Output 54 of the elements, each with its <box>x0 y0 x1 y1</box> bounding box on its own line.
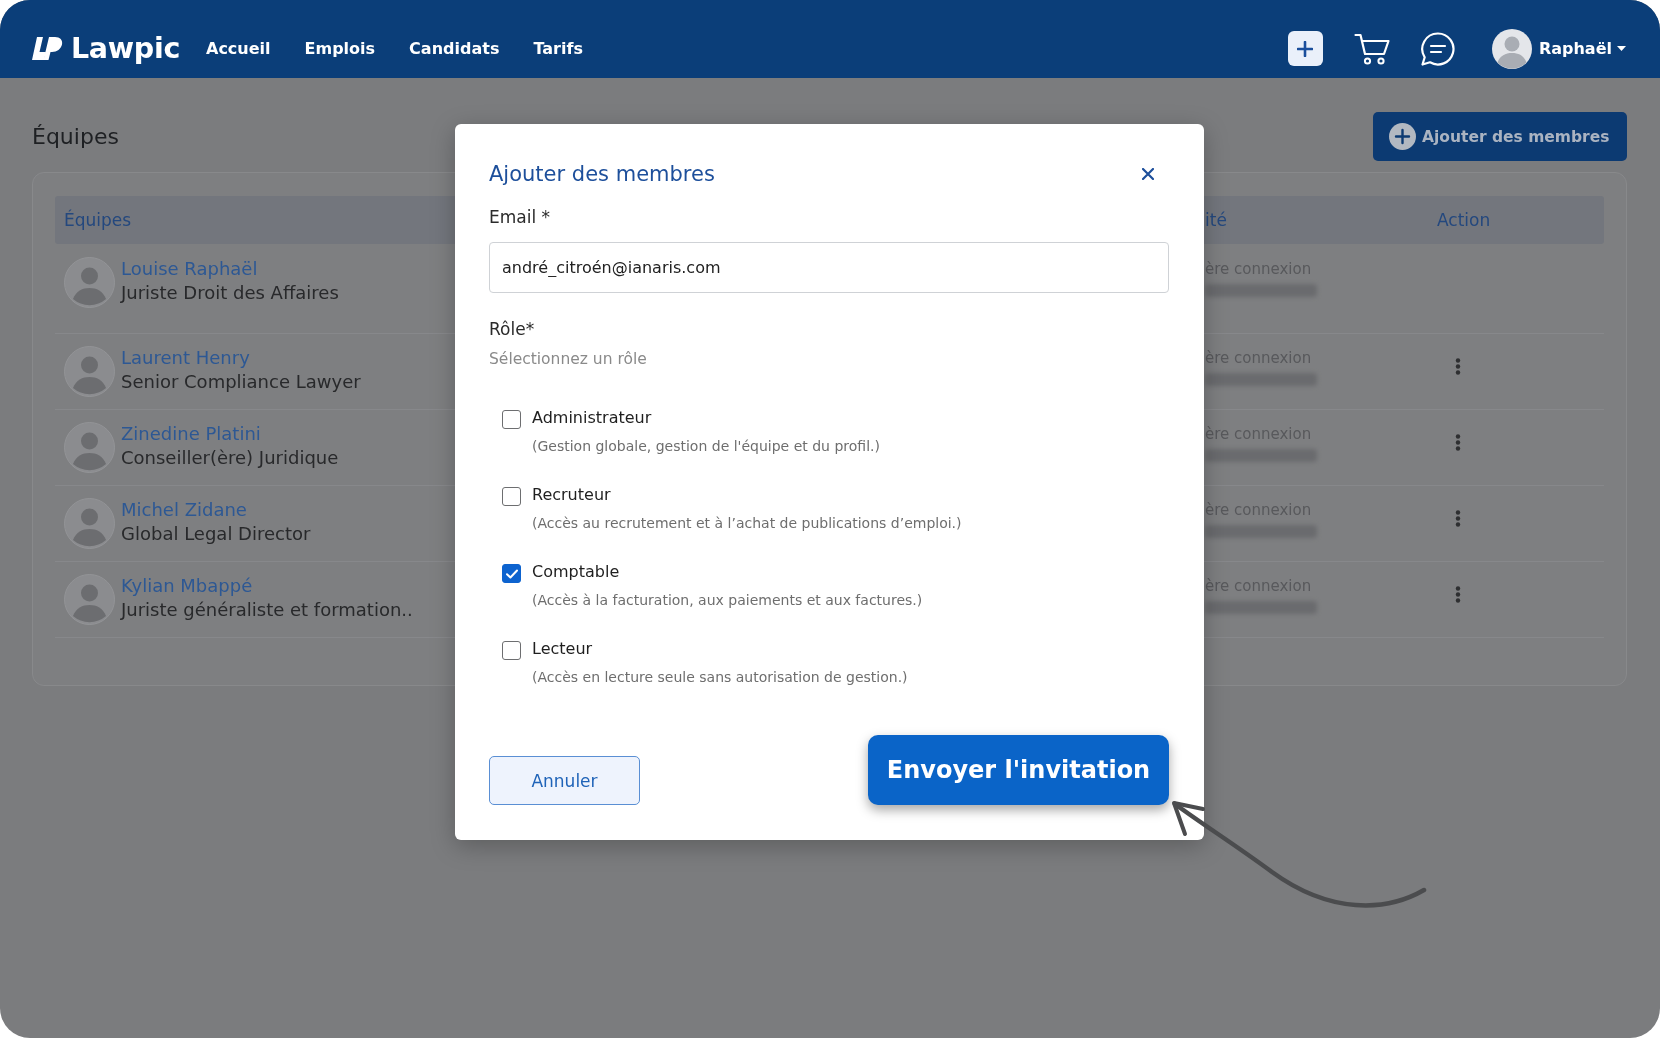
field-label: Email * <box>489 206 552 228</box>
more-options-icon[interactable] <box>1455 434 1461 451</box>
option-description: (Accès à la facturation, aux paiements et aux factures.) <box>532 591 923 609</box>
option-label[interactable]: Lecteur <box>532 638 908 660</box>
send-invitation-button[interactable]: Envoyer l'invitation <box>868 735 1169 805</box>
checkmark-icon <box>505 568 518 579</box>
option-description: (Gestion globale, gestion de l'équipe et du profil.) <box>532 437 880 455</box>
member-role: Juriste généraliste et formation.. <box>121 598 413 622</box>
field-label: Rôle* <box>489 318 536 340</box>
chat-icon[interactable] <box>1419 30 1456 67</box>
email-field[interactable]: andré_citroén@ianaris.com <box>489 242 1169 293</box>
avatar-icon <box>64 498 115 549</box>
hint-text: Sélectionnez un rôle <box>489 349 648 370</box>
option-label[interactable]: Comptable <box>532 561 923 583</box>
avatar-icon <box>64 422 115 473</box>
member-role: Senior Compliance Lawyer <box>121 370 361 394</box>
checkbox[interactable] <box>502 487 521 506</box>
close-icon[interactable] <box>1142 168 1154 180</box>
add-button[interactable] <box>1287 31 1323 66</box>
option-description: (Accès en lecture seule sans autorisation de gestion.) <box>532 668 908 686</box>
column-header: ité <box>1205 210 1227 230</box>
option-label[interactable]: Recruteur <box>532 484 962 506</box>
checkbox[interactable] <box>502 564 521 583</box>
cart-icon[interactable] <box>1353 31 1392 66</box>
more-options-icon[interactable] <box>1455 358 1461 375</box>
member-role: Global Legal Director <box>121 522 311 546</box>
nav-link[interactable]: Accueil <box>206 39 271 58</box>
column-header: Équipes <box>64 210 132 230</box>
avatar-icon <box>64 574 115 625</box>
member-role: Conseiller(ère) Juridique <box>121 446 339 470</box>
plus-icon <box>1389 123 1416 150</box>
more-options-icon[interactable] <box>1455 510 1461 527</box>
caret-icon[interactable] <box>1617 46 1626 51</box>
cancel-button[interactable]: Annuler <box>489 756 640 805</box>
column-header: Action <box>1437 210 1491 230</box>
dialog-title: Ajouter des membres <box>489 161 715 188</box>
user-name[interactable]: Raphaël <box>1538 39 1612 58</box>
page-title: Équipes <box>32 124 119 149</box>
checkbox[interactable] <box>502 641 521 660</box>
nav-link[interactable]: Emplois <box>304 39 376 58</box>
checkbox[interactable] <box>502 410 521 429</box>
logo-text: Lawpic <box>71 32 180 65</box>
more-options-icon[interactable] <box>1455 586 1461 603</box>
option-description: (Accès au recrutement et à l’achat de publications d’emploi.) <box>532 514 962 532</box>
plus-icon <box>1297 40 1314 57</box>
nav-link[interactable]: Tarifs <box>533 39 583 58</box>
add-members-button[interactable]: Ajouter des membres <box>1373 112 1627 161</box>
nav-link[interactable]: Candidats <box>409 39 500 58</box>
option-label[interactable]: Administrateur <box>532 407 880 429</box>
avatar-icon <box>64 346 115 397</box>
logo-icon <box>32 37 63 60</box>
avatar-icon <box>64 257 115 308</box>
avatar-icon[interactable] <box>1491 28 1532 69</box>
member-role: Juriste Droit des Affaires <box>121 281 339 305</box>
